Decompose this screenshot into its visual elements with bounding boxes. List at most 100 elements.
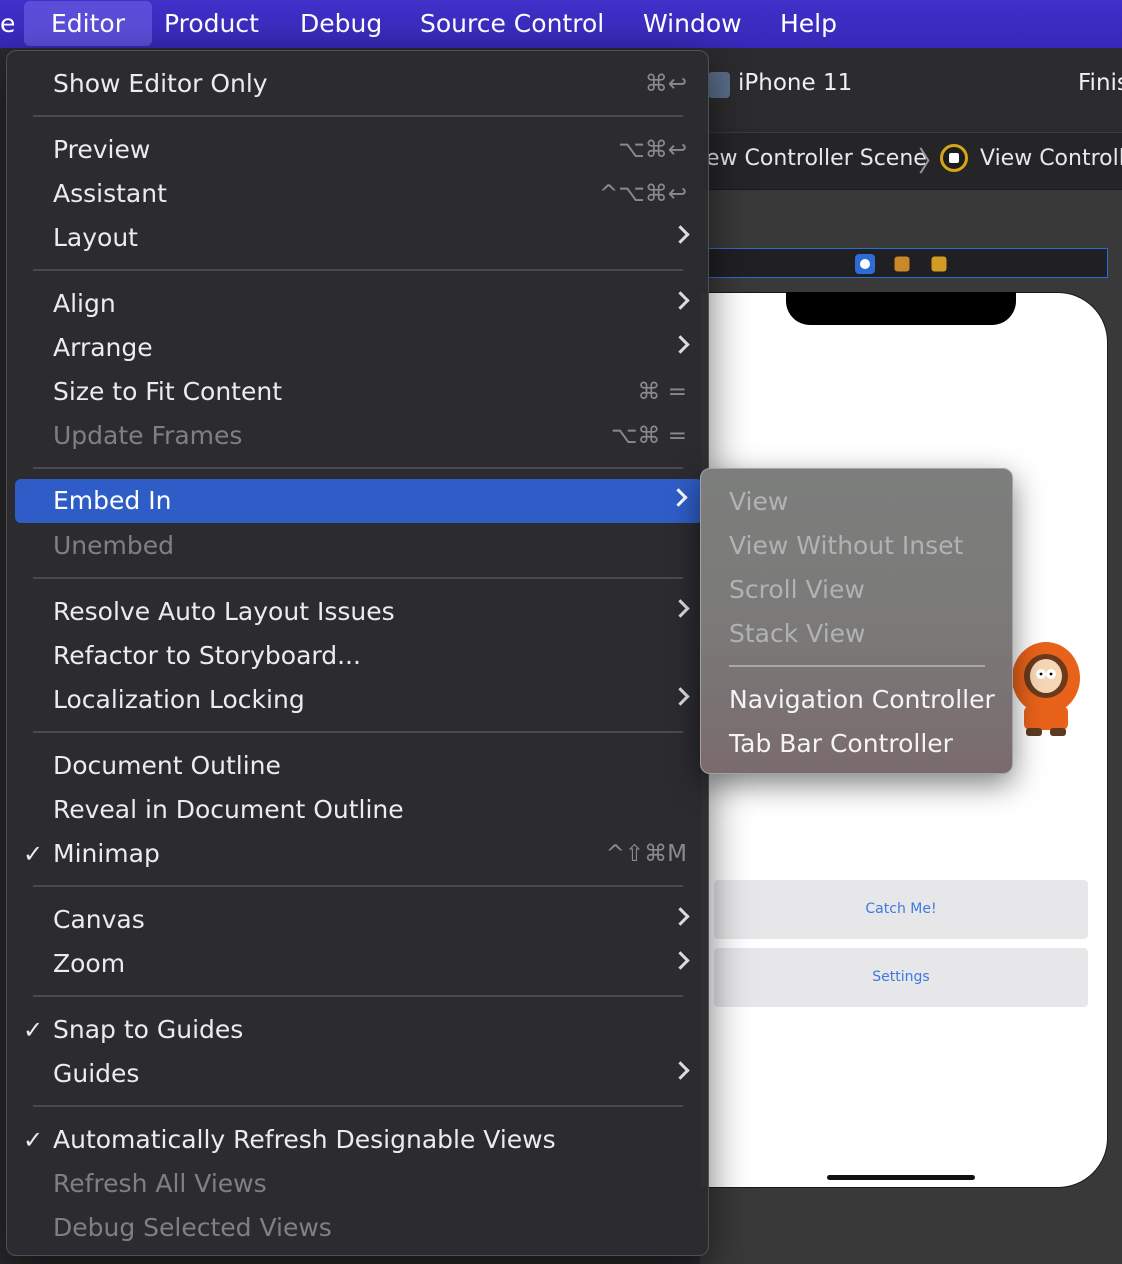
menu-item-label: Refactor to Storyboard... (53, 641, 361, 670)
separator (33, 115, 683, 117)
chevron-right-icon (671, 599, 690, 618)
menu-item-label: Navigation Controller (729, 685, 995, 714)
separator (33, 577, 683, 579)
submenu-item-navigation-controller[interactable]: Navigation Controller (701, 678, 1012, 722)
separator (33, 731, 683, 733)
settings-button[interactable]: Settings (714, 948, 1088, 1007)
menu-item-snap-to-guides[interactable]: ✓ Snap to Guides (21, 1008, 705, 1052)
chevron-right-icon (671, 951, 690, 970)
menu-item-localization-locking[interactable]: Localization Locking (21, 678, 705, 722)
menu-item-size-to-fit[interactable]: Size to Fit Content ⌘ = (21, 370, 705, 414)
menu-item-layout[interactable]: Layout (21, 216, 705, 260)
menu-item-update-frames: Update Frames ⌥⌘ = (21, 414, 705, 458)
submenu-item-stack-view: Stack View (701, 612, 1012, 656)
embed-in-submenu: View View Without Inset Scroll View Stac… (700, 468, 1013, 774)
shortcut: ^⇧⌘M (605, 841, 687, 867)
menubar-item-help[interactable]: Help (780, 0, 837, 48)
menu-item-label: Arrange (53, 333, 153, 362)
menu-item-reveal-outline[interactable]: Reveal in Document Outline (21, 788, 705, 832)
shortcut: ⌘ = (637, 379, 687, 405)
menubar-item-editor[interactable]: Editor (24, 1, 152, 46)
menu-item-document-outline[interactable]: Document Outline (21, 744, 705, 788)
chevron-right-icon (671, 907, 690, 926)
menubar-item-product[interactable]: Product (164, 0, 259, 48)
menu-item-label: Layout (53, 223, 138, 252)
separator (729, 665, 985, 667)
menu-item-label: Canvas (53, 905, 145, 934)
menu-item-resolve-auto-layout[interactable]: Resolve Auto Layout Issues (21, 590, 705, 634)
checkmark-icon: ✓ (23, 840, 44, 868)
menu-item-unembed: Unembed (21, 524, 705, 568)
view-controller-icon (940, 144, 968, 172)
chevron-right-icon (671, 225, 690, 244)
catch-me-button[interactable]: Catch Me! (714, 880, 1088, 939)
menu-item-label: Unembed (53, 531, 174, 560)
menu-item-label: Preview (53, 135, 151, 164)
breadcrumb-scene[interactable]: ew Controller Scene (706, 146, 927, 171)
device-icon[interactable] (708, 72, 730, 98)
menu-item-assistant[interactable]: Assistant ^⌥⌘↩ (21, 172, 705, 216)
separator (33, 467, 683, 469)
shortcut: ⌥⌘↩ (618, 137, 687, 163)
menu-item-show-editor-only[interactable]: Show Editor Only ⌘↩ (21, 62, 705, 106)
menu-item-canvas[interactable]: Canvas (21, 898, 705, 942)
menu-item-zoom[interactable]: Zoom (21, 942, 705, 986)
menu-item-label: Embed In (53, 486, 172, 515)
menu-item-auto-refresh[interactable]: ✓ Automatically Refresh Designable Views (21, 1118, 705, 1162)
menu-item-align[interactable]: Align (21, 282, 705, 326)
menu-item-label: Update Frames (53, 421, 243, 450)
submenu-item-tab-bar-controller[interactable]: Tab Bar Controller (701, 722, 1012, 766)
menu-bar: e Editor Product Debug Source Control Wi… (0, 0, 1122, 48)
menu-item-label: Show Editor Only (53, 69, 268, 98)
chevron-right-icon (671, 291, 690, 310)
menu-item-label: Refresh All Views (53, 1169, 267, 1198)
character-image[interactable] (1010, 638, 1082, 738)
menu-item-label: Size to Fit Content (53, 377, 282, 406)
menu-item-label: Resolve Auto Layout Issues (53, 597, 395, 626)
exit-icon[interactable] (931, 256, 947, 272)
menu-item-preview[interactable]: Preview ⌥⌘↩ (21, 128, 705, 172)
chevron-right-icon (669, 488, 688, 507)
menu-item-arrange[interactable]: Arrange (21, 326, 705, 370)
menu-item-label: Document Outline (53, 751, 281, 780)
menu-item-label: Tab Bar Controller (729, 729, 953, 758)
run-destination[interactable]: iPhone 11 (738, 70, 852, 96)
checkmark-icon: ✓ (23, 1016, 44, 1044)
chevron-right-icon (671, 1061, 690, 1080)
first-responder-icon[interactable] (894, 256, 910, 272)
menu-item-label: Localization Locking (53, 685, 305, 714)
menubar-item-debug[interactable]: Debug (300, 0, 382, 48)
submenu-item-view: View (701, 480, 1012, 524)
shortcut: ⌥⌘ = (610, 423, 687, 449)
menu-item-label: Minimap (53, 839, 160, 868)
menu-item-label: Zoom (53, 949, 126, 978)
menu-item-label: Stack View (729, 619, 866, 648)
shortcut: ⌘↩ (644, 71, 687, 97)
shortcut: ^⌥⌘↩ (598, 181, 687, 207)
separator (33, 885, 683, 887)
device-notch (786, 292, 1016, 325)
menu-item-label: Align (53, 289, 116, 318)
menu-item-label: Automatically Refresh Designable Views (53, 1125, 556, 1154)
breadcrumb-view-controller[interactable]: View Controlle (980, 146, 1122, 171)
menu-item-label: Snap to Guides (53, 1015, 244, 1044)
menu-item-label: Debug Selected Views (53, 1213, 332, 1242)
menu-item-label: Reveal in Document Outline (53, 795, 404, 824)
menu-item-refresh-all: Refresh All Views (21, 1162, 705, 1206)
chevron-right-icon (671, 335, 690, 354)
menu-item-minimap[interactable]: ✓ Minimap ^⇧⌘M (21, 832, 705, 876)
menubar-item-file[interactable]: e (0, 0, 15, 48)
menubar-item-window[interactable]: Window (643, 0, 742, 48)
menubar-item-source-control[interactable]: Source Control (420, 0, 604, 48)
menu-item-guides[interactable]: Guides (21, 1052, 705, 1096)
activity-status: Finis (1078, 70, 1122, 96)
editor-menu: Show Editor Only ⌘↩ Preview ⌥⌘↩ Assistan… (6, 50, 709, 1256)
menu-item-embed-in[interactable]: Embed In (15, 479, 703, 523)
menu-item-debug-selected: Debug Selected Views (21, 1206, 705, 1250)
menu-item-label: Assistant (53, 179, 167, 208)
view-controller-icon[interactable] (855, 254, 875, 274)
separator (33, 269, 683, 271)
checkmark-icon: ✓ (23, 1126, 44, 1154)
menu-item-refactor-storyboard[interactable]: Refactor to Storyboard... (21, 634, 705, 678)
submenu-item-view-without-inset: View Without Inset (701, 524, 1012, 568)
